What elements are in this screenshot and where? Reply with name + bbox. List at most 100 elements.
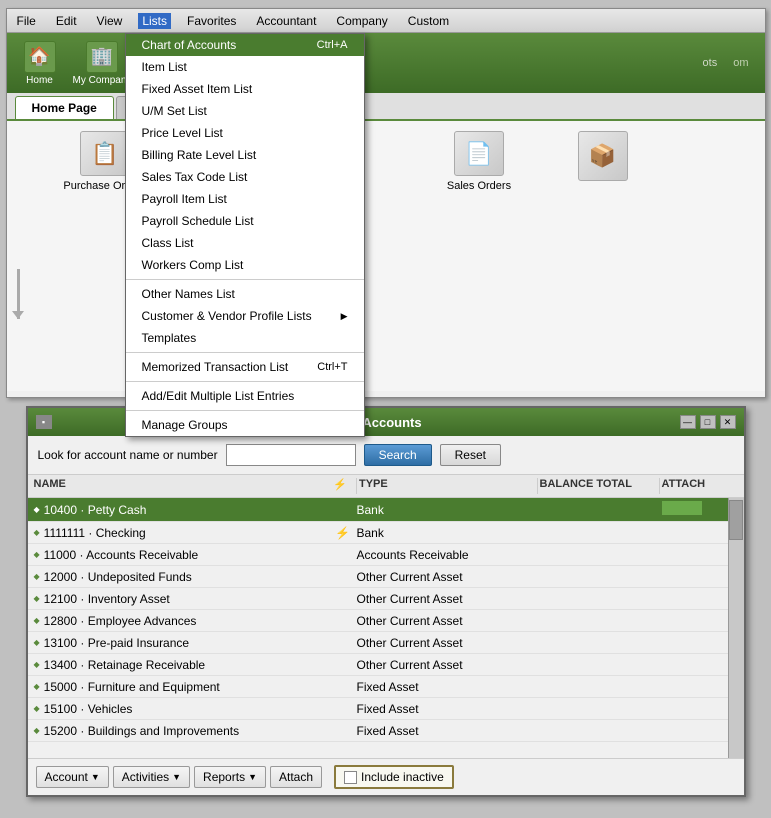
table-row[interactable]: ◆ 13400 · Retainage Receivable Other Cur…	[28, 654, 728, 676]
table-row[interactable]: ◆ 15200 · Buildings and Improvements Fix…	[28, 720, 728, 742]
account-type-cell: Other Current Asset	[357, 570, 534, 584]
diamond-icon: ◆	[34, 638, 40, 647]
menu-item-item-list[interactable]: Item List	[126, 56, 364, 78]
col-header-type: TYPE	[359, 478, 535, 494]
table-row[interactable]: ◆ 12800 · Employee Advances Other Curren…	[28, 610, 728, 632]
account-type-cell: Bank	[357, 526, 534, 540]
menu-company[interactable]: Company	[332, 13, 391, 29]
menu-item-other-names-list[interactable]: Other Names List	[126, 283, 364, 305]
close-button[interactable]: ✕	[720, 415, 736, 429]
account-type-cell: Other Current Asset	[357, 592, 534, 606]
lists-dropdown: Chart of Accounts Ctrl+A Item List Fixed…	[125, 33, 365, 437]
menu-item-templates[interactable]: Templates	[126, 327, 364, 349]
account-name-cell: ◆ 15200 · Buildings and Improvements	[34, 724, 329, 738]
tab-home-page[interactable]: Home Page	[15, 96, 114, 119]
account-type-cell: Bank	[357, 503, 534, 517]
attach-button[interactable]: Attach	[270, 766, 322, 788]
activities-dropdown-arrow: ▼	[172, 772, 181, 782]
chart-of-accounts-window: ▪ Chart of Accounts — □ ✕ Look for accou…	[26, 406, 746, 797]
diamond-icon: ◆	[34, 726, 40, 735]
account-attach-cell	[662, 501, 722, 518]
reports-button[interactable]: Reports ▼	[194, 766, 266, 788]
menu-item-price-level-list[interactable]: Price Level List	[126, 122, 364, 144]
col-header-attach: ATTACH	[662, 478, 722, 494]
account-name-cell: ◆ 15100 · Vehicles	[34, 702, 329, 716]
window-controls: — □ ✕	[680, 415, 736, 429]
search-bar: Look for account name or number Search R…	[28, 436, 744, 474]
menu-item-manage-groups[interactable]: Manage Groups	[126, 414, 364, 436]
menu-view[interactable]: View	[93, 13, 127, 29]
col-separator-2	[537, 478, 538, 494]
account-type-cell: Fixed Asset	[357, 702, 534, 716]
home-icon: 🏠	[24, 41, 56, 73]
menu-item-workers-comp-list[interactable]: Workers Comp List	[126, 254, 364, 276]
account-name-cell: ◆ 13400 · Retainage Receivable	[34, 658, 329, 672]
search-label: Look for account name or number	[38, 448, 218, 462]
menu-item-payroll-schedule-list[interactable]: Payroll Schedule List	[126, 210, 364, 232]
menu-item-class-list[interactable]: Class List	[126, 232, 364, 254]
menu-item-customer-vendor-profile[interactable]: Customer & Vendor Profile Lists	[126, 305, 364, 327]
account-name-cell: ◆ 12100 · Inventory Asset	[34, 592, 329, 606]
toolbar-company-button[interactable]: 🏢 My Company	[73, 41, 132, 86]
menu-item-chart-of-accounts[interactable]: Chart of Accounts Ctrl+A	[126, 34, 364, 56]
account-name-cell: ◆ 1111111 · Checking	[34, 526, 329, 540]
menu-item-payroll-item-list[interactable]: Payroll Item List	[126, 188, 364, 210]
minimize-button[interactable]: —	[680, 415, 696, 429]
menu-item-billing-rate-level-list[interactable]: Billing Rate Level List	[126, 144, 364, 166]
table-row[interactable]: ◆ 12000 · Undeposited Funds Other Curren…	[28, 566, 728, 588]
table-row[interactable]: ◆ 15100 · Vehicles Fixed Asset	[28, 698, 728, 720]
include-inactive-checkbox[interactable]	[344, 771, 357, 784]
purchase-orders-icon: 📋	[80, 131, 130, 176]
menu-lists[interactable]: Lists	[138, 13, 171, 29]
maximize-button[interactable]: □	[700, 415, 716, 429]
menu-item-fixed-asset-item-list[interactable]: Fixed Asset Item List	[126, 78, 364, 100]
account-lightning-cell: ⚡	[329, 526, 357, 540]
account-name-cell: ◆ 12800 · Employee Advances	[34, 614, 329, 628]
diamond-icon: ◆	[34, 682, 40, 691]
window-menu-icon[interactable]: ▪	[36, 415, 52, 429]
sales-orders-icon: 📄	[454, 131, 504, 176]
diamond-icon: ◆	[34, 704, 40, 713]
account-button[interactable]: Account ▼	[36, 766, 109, 788]
menu-bar: File Edit View Lists Favorites Accountan…	[7, 9, 765, 33]
menu-item-sales-tax-code-list[interactable]: Sales Tax Code List	[126, 166, 364, 188]
reset-button[interactable]: Reset	[440, 444, 501, 466]
table-row[interactable]: ◆ 13100 · Pre-paid Insurance Other Curre…	[28, 632, 728, 654]
diamond-icon: ◆	[34, 660, 40, 669]
diamond-icon: ◆	[34, 616, 40, 625]
build-icon: 📦	[578, 131, 628, 181]
table-row[interactable]: ◆ 11000 · Accounts Receivable Accounts R…	[28, 544, 728, 566]
diamond-icon: ◆	[34, 550, 40, 559]
menu-item-memorized-transaction-list[interactable]: Memorized Transaction List Ctrl+T	[126, 356, 364, 378]
menu-custom[interactable]: Custom	[404, 13, 453, 29]
menu-favorites[interactable]: Favorites	[183, 13, 240, 29]
diamond-icon: ◆	[34, 528, 40, 537]
divider-1	[126, 279, 364, 280]
table-row[interactable]: ◆ 10400 · Petty Cash Bank	[28, 498, 728, 522]
table-row[interactable]: ◆ 12100 · Inventory Asset Other Current …	[28, 588, 728, 610]
search-button[interactable]: Search	[364, 444, 432, 466]
main-toolbar: 🏠 Home 🏢 My Company ots om	[7, 33, 765, 93]
menu-accountant[interactable]: Accountant	[252, 13, 320, 29]
table-row[interactable]: ◆ 15000 · Furniture and Equipment Fixed …	[28, 676, 728, 698]
toolbar-home-button[interactable]: 🏠 Home	[15, 41, 65, 86]
scrollbar-thumb[interactable]	[729, 500, 743, 540]
table-row[interactable]: ◆ 1111111 · Checking ⚡ Bank	[28, 522, 728, 544]
account-type-cell: Other Current Asset	[357, 614, 534, 628]
table-header: NAME ⚡ TYPE BALANCE TOTAL ATTACH	[28, 474, 744, 498]
diamond-icon: ◆	[34, 594, 40, 603]
menu-edit[interactable]: Edit	[52, 13, 81, 29]
menu-file[interactable]: File	[13, 13, 40, 29]
account-name-cell: ◆ 10400 · Petty Cash	[34, 503, 329, 517]
bottom-toolbar: Account ▼ Activities ▼ Reports ▼ Attach …	[28, 758, 744, 795]
sales-orders-btn[interactable]: 📄 Sales Orders	[391, 131, 568, 192]
menu-item-add-edit-multiple[interactable]: Add/Edit Multiple List Entries	[126, 385, 364, 407]
search-input[interactable]	[226, 444, 356, 466]
include-inactive-label: Include inactive	[361, 770, 444, 784]
home-content: 📋 Purchase Orders 📄 Sales Orders 📦	[7, 121, 765, 391]
menu-item-um-set-list[interactable]: U/M Set List	[126, 100, 364, 122]
account-type-cell: Accounts Receivable	[357, 548, 534, 562]
activities-button[interactable]: Activities ▼	[113, 766, 190, 788]
lightning-icon: ⚡	[335, 526, 350, 540]
scrollbar-track[interactable]	[728, 498, 744, 758]
